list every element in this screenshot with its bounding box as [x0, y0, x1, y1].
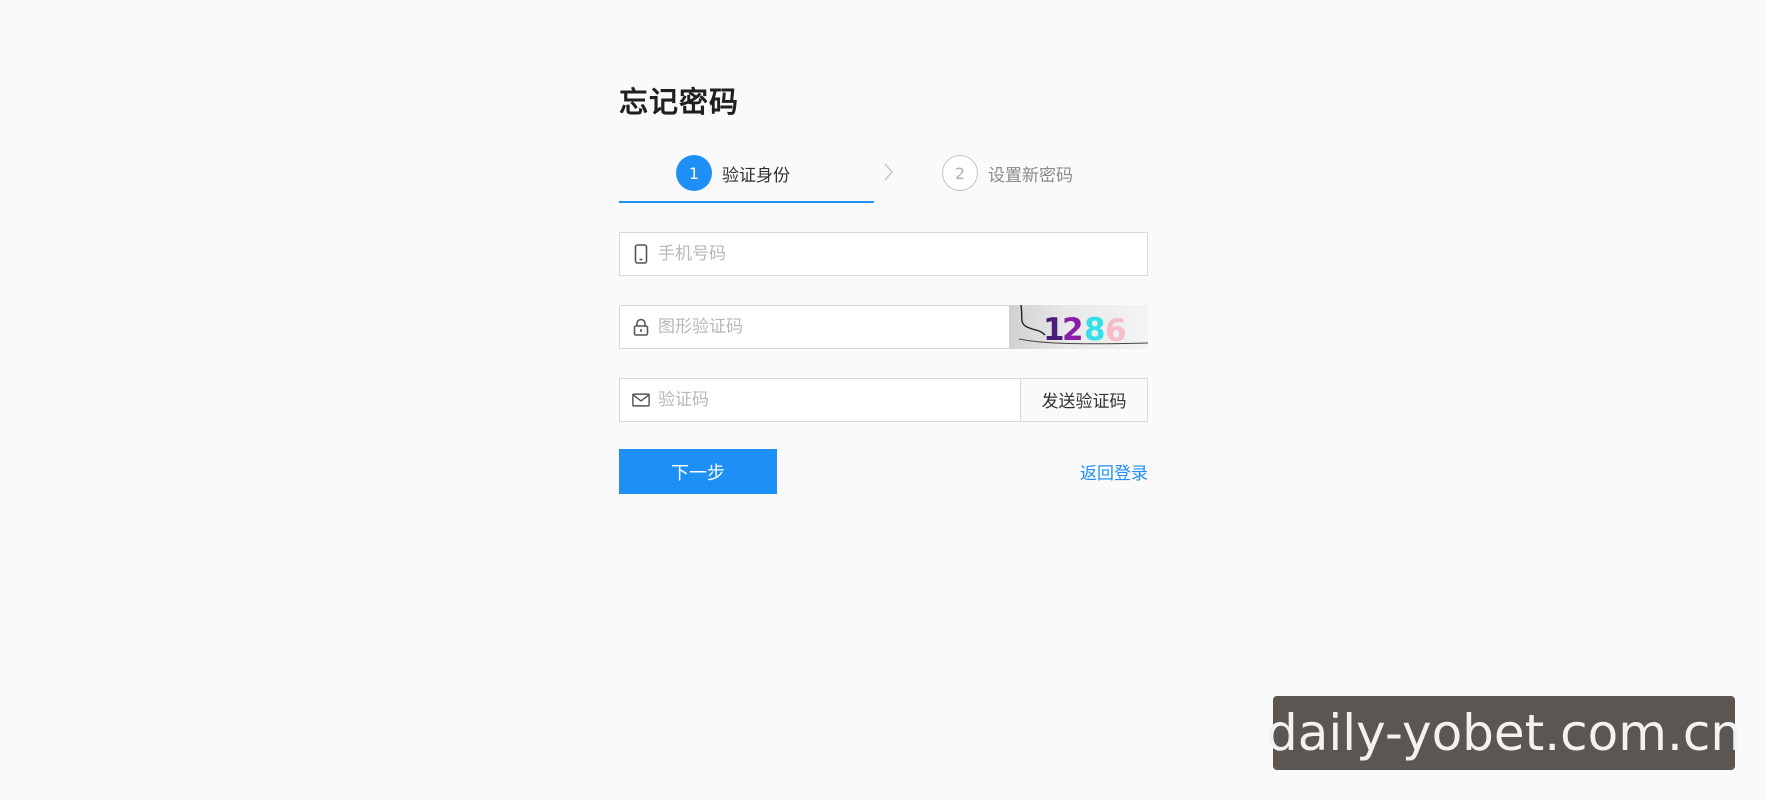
step-set-new-password: 2 设置新密码: [942, 154, 1073, 192]
lock-icon: [632, 318, 650, 336]
forgot-password-form: 忘记密码 1 验证身份 2 设置新密码 手机号码 图形验证码 1 2 8 6 验…: [619, 82, 1148, 494]
phone-field: [619, 232, 1148, 276]
next-step-button[interactable]: 下一步: [619, 449, 777, 494]
step-number: 2: [942, 155, 978, 191]
captcha-image[interactable]: 1 2 8 6: [1009, 304, 1148, 349]
form-actions: 下一步 返回登录: [619, 449, 1148, 494]
mail-icon: [632, 391, 650, 409]
step-verify-identity: 1 验证身份: [676, 154, 790, 192]
svg-text:2: 2: [1062, 312, 1084, 348]
phone-input[interactable]: [658, 233, 1147, 275]
page-title: 忘记密码: [619, 85, 740, 119]
captcha-input[interactable]: [658, 306, 1009, 348]
phone-icon: [632, 244, 650, 264]
send-code-button[interactable]: 发送验证码: [1020, 377, 1148, 422]
active-step-underline: [619, 201, 874, 203]
step-number: 1: [676, 155, 712, 191]
step-label: 验证身份: [722, 165, 790, 186]
sms-code-field: 发送验证码: [619, 377, 1148, 422]
svg-text:6: 6: [1105, 313, 1127, 349]
chevron-right-icon: [877, 161, 899, 183]
step-label: 设置新密码: [988, 165, 1073, 186]
svg-text:8: 8: [1084, 312, 1106, 348]
steps: 1 验证身份 2 设置新密码: [619, 148, 1148, 203]
captcha-field: 1 2 8 6: [619, 304, 1148, 349]
back-to-login-link[interactable]: 返回登录: [1080, 459, 1148, 484]
watermark: daily-yobet.com.cn: [1266, 696, 1742, 770]
page: 忘记密码 1 验证身份 2 设置新密码 手机号码 图形验证码 1 2 8 6 验…: [0, 0, 1766, 800]
sms-code-input[interactable]: [658, 379, 1020, 421]
